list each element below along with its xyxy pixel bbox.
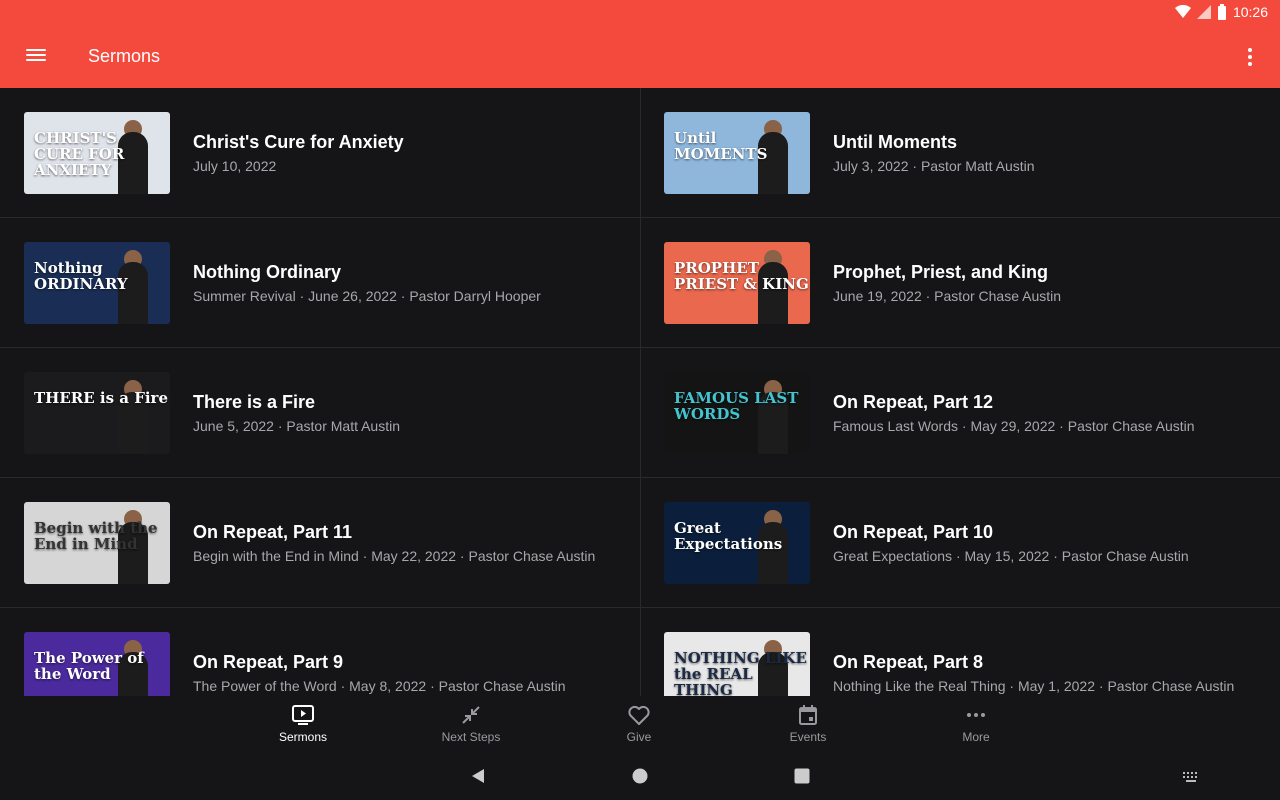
sermon-title: Until Moments	[833, 132, 957, 152]
thumbnail-text: Begin with the End in Mind	[34, 519, 158, 553]
nav-tab-give[interactable]: Give	[579, 704, 699, 748]
status-time: 10:26	[1232, 4, 1268, 20]
more-dots-icon	[964, 704, 988, 726]
bottom-navigation: Sermons Next Steps Give Events More	[0, 696, 1280, 752]
nav-tab-next-steps[interactable]: Next Steps	[411, 704, 531, 748]
sermon-thumbnail: Nothing ORDINARY	[24, 242, 170, 324]
nav-tab-label: Next Steps	[441, 730, 501, 744]
sermon-subtitle: The Power of the Word · May 8, 2022 · Pa…	[193, 678, 566, 694]
sermon-subtitle: June 19, 2022 · Pastor Chase Austin	[833, 288, 1062, 304]
sermon-subtitle: July 10, 2022	[193, 158, 277, 174]
thumbnail-text: The Power of the Word	[34, 649, 144, 683]
keyboard-icon[interactable]	[1181, 766, 1201, 786]
sermon-title: On Repeat, Part 9	[193, 652, 344, 672]
sermon-title: Nothing Ordinary	[193, 262, 341, 282]
sermon-list: CHRIST'S CURE FOR ANXIETY Christ's Cure f…	[0, 88, 1280, 696]
sermon-title: On Repeat, Part 10	[833, 522, 994, 542]
tv-play-icon	[291, 704, 315, 726]
nav-tab-events[interactable]: Events	[748, 704, 868, 748]
nav-tab-label: Give	[626, 730, 652, 744]
sermon-title: On Repeat, Part 11	[193, 522, 353, 542]
sermon-subtitle: July 3, 2022 · Pastor Matt Austin	[833, 158, 1035, 174]
sermon-thumbnail: THERE is a Fire	[24, 372, 170, 454]
sermon-list-item[interactable]: Begin with the End in Mind On Repeat, Par…	[0, 478, 640, 608]
nav-tab-sermons[interactable]: Sermons	[243, 704, 363, 748]
nav-tab-label: Sermons	[278, 730, 328, 744]
sermon-list-item[interactable]: PROPHET PRIEST & KING Prophet, Priest, an…	[640, 218, 1280, 348]
sermon-list-item[interactable]: The Power of the Word On Repeat, Part 9 Th…	[0, 608, 640, 696]
sermon-thumbnail: NOTHING LIKE the REAL THING	[664, 632, 810, 696]
thumbnail-text: FAMOUS LAST WORDS	[674, 389, 799, 423]
nav-tab-more[interactable]: More	[916, 704, 1036, 748]
thumbnail-text: Nothing ORDINARY	[34, 259, 128, 293]
sermon-subtitle: Great Expectations · May 15, 2022 · Past…	[833, 548, 1189, 564]
status-bar: 10:26	[0, 0, 1280, 26]
sermon-thumbnail: FAMOUS LAST WORDS	[664, 372, 810, 454]
sermon-thumbnail: PROPHET PRIEST & KING	[664, 242, 810, 324]
thumbnail-text: Great Expectations	[674, 519, 783, 553]
sermon-subtitle: Summer Revival · June 26, 2022 · Pastor …	[193, 288, 541, 304]
sermon-title: Christ's Cure for Anxiety	[193, 132, 404, 152]
sermon-subtitle: Famous Last Words · May 29, 2022 · Pasto…	[833, 418, 1195, 434]
sermon-list-item[interactable]: Until MOMENTS Until Moments July 3, 2022 ·…	[640, 88, 1280, 218]
sermon-list-item[interactable]: Nothing ORDINARY Nothing Ordinary Summer R…	[0, 218, 640, 348]
sermon-list-item[interactable]: FAMOUS LAST WORDS On Repeat, Part 12 Famou…	[640, 348, 1280, 478]
back-icon[interactable]	[468, 766, 488, 786]
sermon-thumbnail: CHRIST'S CURE FOR ANXIETY	[24, 112, 170, 194]
nav-tab-label: More	[962, 730, 990, 744]
sermon-thumbnail: Until MOMENTS	[664, 112, 810, 194]
menu-icon[interactable]	[24, 46, 48, 68]
sermon-thumbnail: Begin with the End in Mind	[24, 502, 170, 584]
battery-icon	[1217, 4, 1226, 20]
sermon-thumbnail: Great Expectations	[664, 502, 810, 584]
sermon-subtitle: Begin with the End in Mind · May 22, 202…	[193, 548, 596, 564]
thumbnail-text: THERE is a Fire	[34, 389, 168, 407]
sermon-list-item[interactable]: Great Expectations On Repeat, Part 10 Grea…	[640, 478, 1280, 608]
sermon-list-item[interactable]: THERE is a Fire There is a Fire June 5, 20…	[0, 348, 640, 478]
sermon-title: There is a Fire	[193, 392, 316, 412]
nav-tab-label: Events	[789, 730, 827, 744]
calendar-icon	[796, 704, 820, 726]
app-bar: Sermons	[0, 26, 1280, 88]
sermon-thumbnail: The Power of the Word	[24, 632, 170, 696]
heart-icon	[627, 704, 651, 726]
sermon-title: On Repeat, Part 12	[833, 392, 994, 412]
sermon-subtitle: Nothing Like the Real Thing · May 1, 202…	[833, 678, 1235, 694]
thumbnail-text: CHRIST'S CURE FOR ANXIETY	[34, 129, 125, 179]
home-icon[interactable]	[630, 766, 650, 786]
sermon-list-item[interactable]: NOTHING LIKE the REAL THING On Repeat, Pa…	[640, 608, 1280, 696]
page-title: Sermons	[88, 46, 161, 66]
wifi-icon	[1174, 5, 1191, 18]
arrows-in-icon	[459, 704, 483, 726]
thumbnail-text: PROPHET PRIEST & KING	[674, 259, 809, 293]
sermon-subtitle: June 5, 2022 · Pastor Matt Austin	[193, 418, 401, 434]
status-icons: 10:26	[1174, 4, 1268, 20]
thumbnail-text: Until MOMENTS	[674, 129, 768, 163]
sermon-list-item[interactable]: CHRIST'S CURE FOR ANXIETY Christ's Cure f…	[0, 88, 640, 218]
overflow-menu-icon[interactable]	[1240, 46, 1260, 68]
signal-icon	[1196, 5, 1211, 19]
sermon-title: Prophet, Priest, and King	[833, 262, 1049, 282]
thumbnail-text: NOTHING LIKE the REAL THING	[674, 649, 807, 696]
sermon-title: On Repeat, Part 8	[833, 652, 984, 672]
system-navigation-bar	[0, 752, 1280, 800]
recents-icon[interactable]	[792, 766, 812, 786]
